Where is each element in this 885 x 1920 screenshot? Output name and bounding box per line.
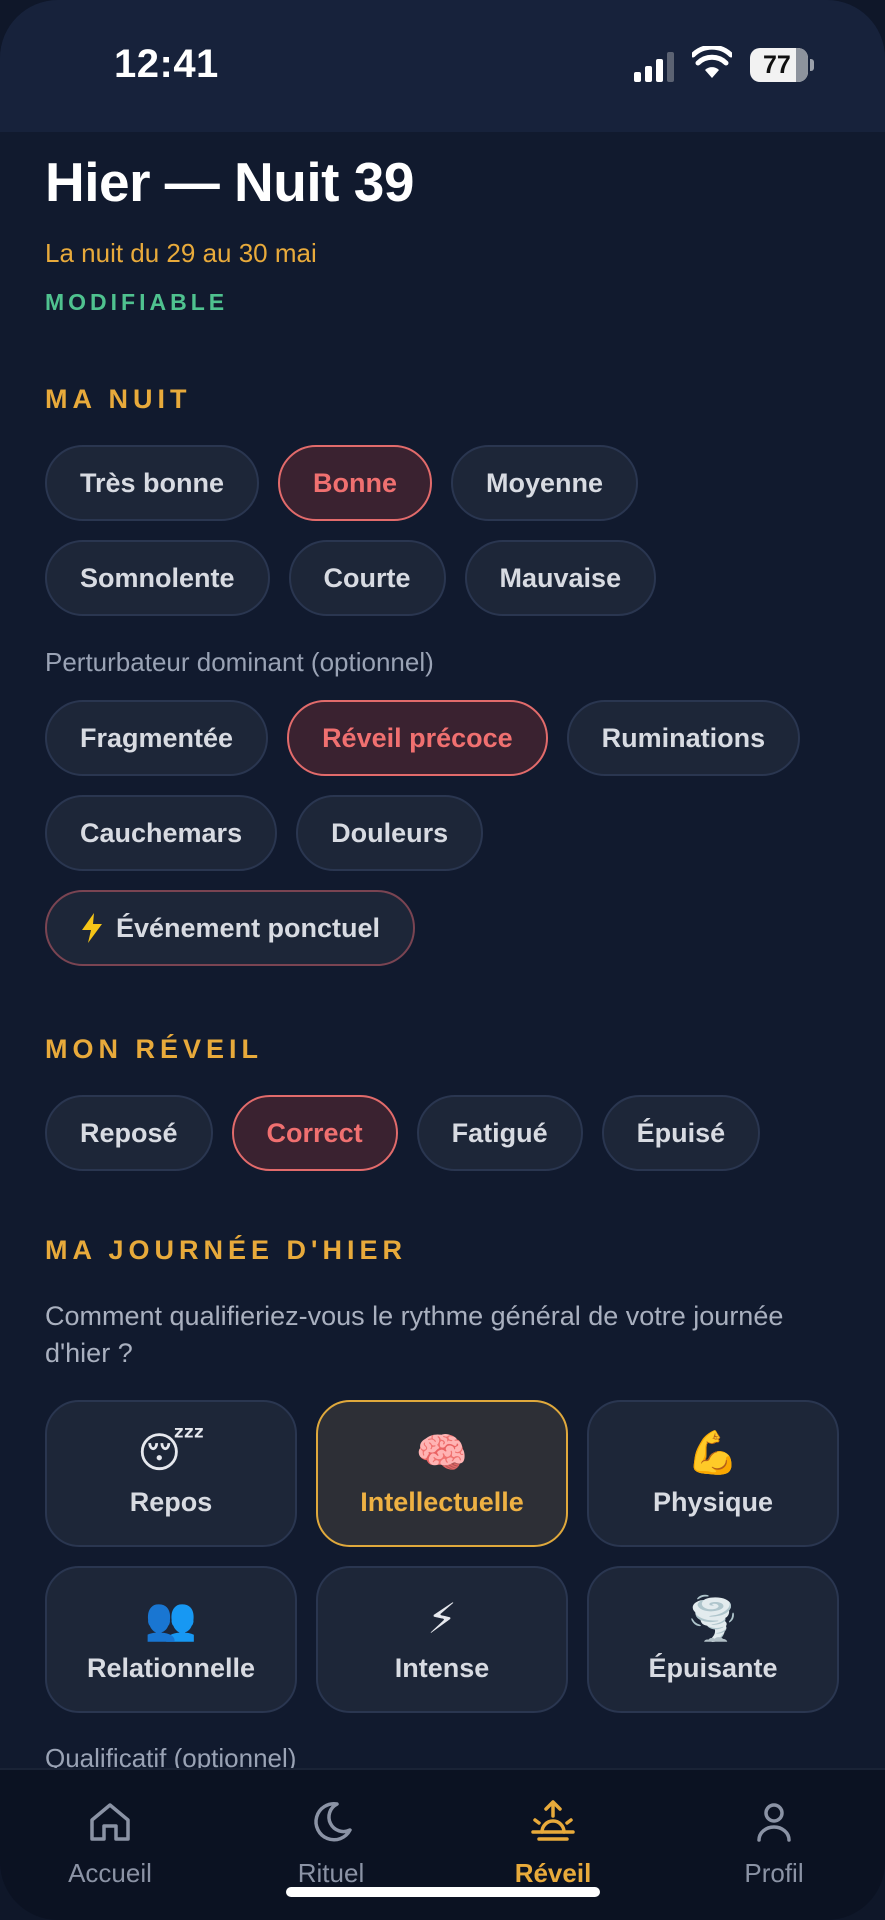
- status-badge: MODIFIABLE: [45, 289, 229, 315]
- flexed-biceps-icon: 💪: [686, 1428, 740, 1477]
- wake-options: Reposé Correct Fatigué Épuisé: [45, 1095, 845, 1171]
- night-option-bonne[interactable]: Bonne: [278, 445, 433, 521]
- nav-label-reveil: Réveil: [514, 1858, 592, 1888]
- people-icon: 👥: [144, 1594, 198, 1643]
- status-bar: 12:41 77: [0, 0, 885, 132]
- day-card-epuisante[interactable]: 🌪️ Épuisante: [587, 1566, 839, 1713]
- moon-icon: [314, 1802, 352, 1842]
- user-icon: [757, 1803, 791, 1842]
- disruptor-options: Fragmentée Réveil précoce Ruminations Ca…: [45, 700, 845, 966]
- tornado-icon: 🌪️: [686, 1594, 740, 1643]
- day-card-intellectuelle[interactable]: 🧠 Intellectuelle: [316, 1400, 568, 1547]
- nav-item-rituel[interactable]: Rituel: [251, 1798, 411, 1889]
- day-card-label: Intense: [394, 1653, 490, 1683]
- bottom-nav: Accueil Rituel Réveil Profil: [0, 1768, 885, 1920]
- day-card-label: Relationnelle: [86, 1653, 256, 1683]
- nav-label-profil: Profil: [744, 1858, 804, 1888]
- day-card-label: Épuisante: [648, 1653, 778, 1683]
- battery-icon: 77: [750, 48, 814, 82]
- day-question: Comment qualifieriez-vous le rythme géné…: [45, 1301, 784, 1368]
- wake-option-repose[interactable]: Reposé: [45, 1095, 213, 1171]
- nav-label-accueil: Accueil: [68, 1858, 152, 1888]
- home-icon: [90, 1803, 130, 1841]
- wifi-icon: [692, 46, 732, 78]
- status-time: 12:41: [114, 42, 219, 86]
- disruptor-douleurs[interactable]: Douleurs: [296, 795, 484, 871]
- day-card-label: Intellectuelle: [360, 1487, 524, 1517]
- night-option-moyenne[interactable]: Moyenne: [451, 445, 639, 521]
- day-card-physique[interactable]: 💪 Physique: [587, 1400, 839, 1547]
- main-content: Hier — Nuit 39 La nuit du 29 au 30 mai M…: [45, 132, 845, 1774]
- sleeping-face-icon: 😴: [137, 1428, 205, 1477]
- night-option-courte[interactable]: Courte: [288, 540, 446, 616]
- event-ponctuel-button[interactable]: Événement ponctuel: [45, 890, 416, 966]
- day-card-relationnelle[interactable]: 👥 Relationnelle: [45, 1566, 297, 1713]
- section-title-night: MA NUIT: [45, 384, 192, 414]
- day-card-repos[interactable]: 😴 Repos: [45, 1400, 297, 1547]
- section-title-day: MA JOURNÉE D'HIER: [45, 1235, 407, 1265]
- page-title: Hier — Nuit 39: [45, 151, 414, 213]
- home-indicator: [286, 1887, 600, 1897]
- disruptor-fragmentee[interactable]: Fragmentée: [45, 700, 269, 776]
- disruptor-reveil-precoce[interactable]: Réveil précoce: [287, 700, 548, 776]
- app-screen: 12:41 77 Hier — Nuit 39 La nuit du 29 au…: [0, 0, 885, 1920]
- wake-option-epuise[interactable]: Épuisé: [601, 1095, 761, 1171]
- brain-icon: 🧠: [415, 1428, 469, 1477]
- disruptor-cauchemars[interactable]: Cauchemars: [45, 795, 278, 871]
- disruptor-ruminations[interactable]: Ruminations: [566, 700, 801, 776]
- night-option-mauvaise[interactable]: Mauvaise: [464, 540, 657, 616]
- event-ponctuel-label: Événement ponctuel: [116, 912, 381, 943]
- day-rhythm-options: 😴 Repos 🧠 Intellectuelle 💪 Physique 👥 Re…: [45, 1400, 845, 1713]
- day-card-label: Repos: [129, 1487, 213, 1517]
- night-option-somnolente[interactable]: Somnolente: [45, 540, 270, 616]
- nav-label-rituel: Rituel: [297, 1858, 365, 1888]
- battery-level: 77: [763, 50, 791, 79]
- nav-item-accueil[interactable]: Accueil: [30, 1798, 190, 1889]
- lightning-icon: [82, 913, 102, 943]
- section-title-wake: MON RÉVEIL: [45, 1034, 264, 1064]
- cellular-signal-icon: [634, 52, 674, 82]
- disruptor-hint: Perturbateur dominant (optionnel): [45, 647, 434, 677]
- night-option-tres-bonne[interactable]: Très bonne: [45, 445, 260, 521]
- lightning-icon: ⚡: [427, 1594, 457, 1643]
- day-card-label: Physique: [652, 1487, 774, 1517]
- nav-item-profil[interactable]: Profil: [694, 1798, 854, 1889]
- nav-item-reveil[interactable]: Réveil: [473, 1798, 633, 1889]
- night-quality-options: Très bonne Bonne Moyenne Somnolente Cour…: [45, 445, 845, 616]
- wake-option-correct[interactable]: Correct: [231, 1095, 398, 1171]
- sunrise-icon: [531, 1800, 575, 1841]
- day-card-intense[interactable]: ⚡ Intense: [316, 1566, 568, 1713]
- night-date: La nuit du 29 au 30 mai: [45, 238, 317, 268]
- wake-option-fatigue[interactable]: Fatigué: [416, 1095, 583, 1171]
